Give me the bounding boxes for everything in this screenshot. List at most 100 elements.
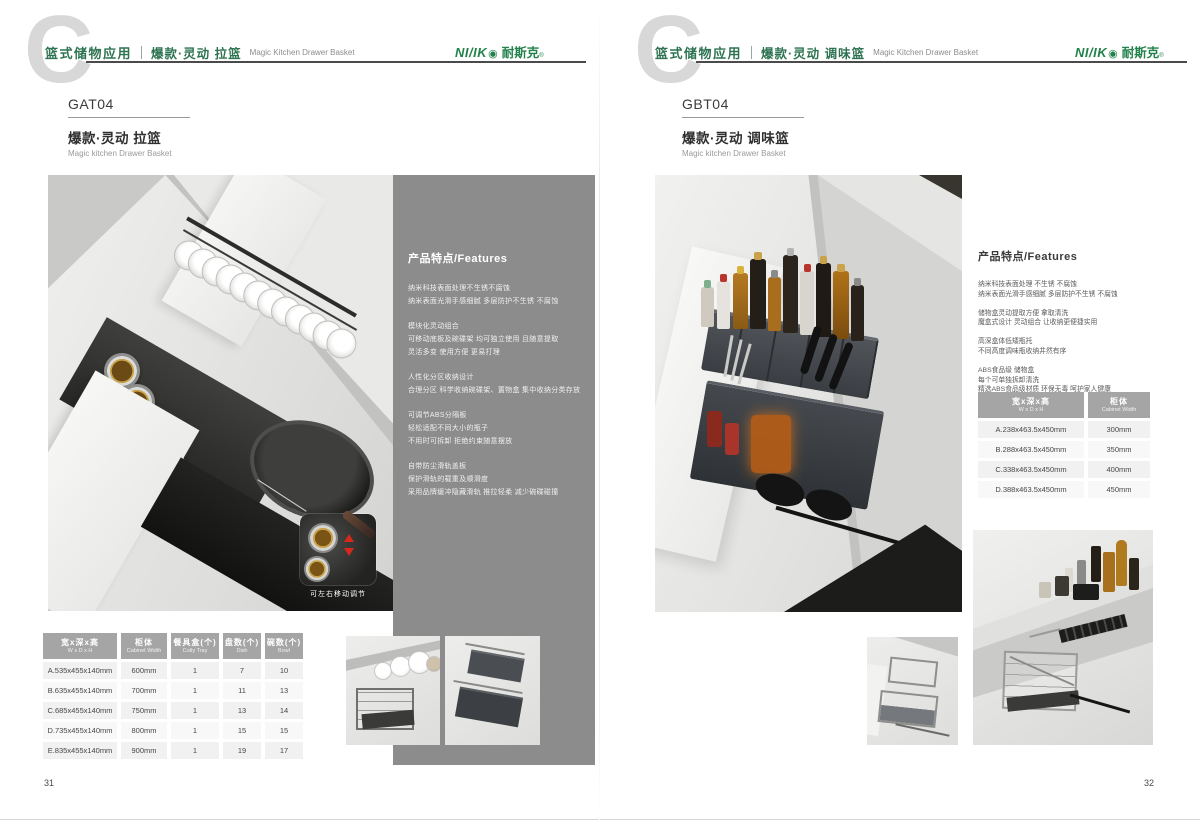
page-gutter-divider — [599, 0, 600, 820]
feature-line: 每个可单独拆卸清洗 — [978, 376, 1183, 386]
bottle-shape — [717, 281, 730, 329]
feature-line: 不用时可拆卸 拒绝约束随意摆放 — [408, 435, 588, 448]
table-cell: 450mm — [1088, 481, 1150, 498]
feature-line: ABS食品级 储物盒 — [978, 366, 1183, 376]
feature-line: 合理分区 科学收纳碗碟架、置物盒 集中收纳分类存放 — [408, 384, 588, 397]
product-code: GAT04 — [68, 96, 190, 112]
bottle-shape — [750, 259, 766, 329]
bottle-shape — [1055, 576, 1069, 596]
table-cell: 13 — [265, 682, 303, 699]
main-product-photo-right — [655, 175, 962, 612]
bottle-shape — [833, 271, 849, 339]
main-product-photo-left: 可左右移动调节 — [48, 175, 393, 611]
feature-group: 纳米科技表面处理 不生锈 不腐蚀纳米表面光滑手感细腻 多层防护不生锈 不腐蚀 — [978, 280, 1183, 300]
product-block-right: GBT04 爆款·灵动 调味篮 Magic kitchen Drawer Bas… — [682, 96, 804, 158]
thumbnail-photo — [867, 637, 958, 745]
feature-group: 自带防尘滑轨盖板保护滑轨的载重及顺滑度采用品牌缓冲隐藏滑轨 推拉轻柔 减少碗碟碰… — [408, 460, 588, 499]
bottle-shape — [733, 273, 748, 329]
feature-group: 可调节ABS分隔板轻松适配不同大小的瓶子不用时可拆卸 拒绝约束随意摆放 — [408, 409, 588, 448]
feature-line: 模块化灵动组合 — [408, 320, 588, 333]
feature-group: 储物盒灵动提取方便 拿取清洗魔盒式设计 灵动组合 让收纳更便捷实用 — [978, 309, 1183, 329]
secondary-photo-right — [973, 530, 1153, 745]
header-subtitle: 爆款·灵动 拉篮 — [151, 43, 242, 62]
bottle-shape — [851, 285, 864, 341]
product-name: 爆款·灵动 拉篮 — [68, 127, 190, 147]
table-cell: 13 — [223, 702, 261, 719]
photo-shape — [888, 657, 938, 688]
table-header-cell: 宽x深x高W x D x H — [978, 392, 1084, 418]
product-code-underline — [68, 117, 190, 118]
registered-mark: ® — [1159, 53, 1163, 59]
feature-line: 可调节ABS分隔板 — [408, 409, 588, 422]
table-cell: 1 — [171, 742, 219, 759]
feature-line: 纳米表面光滑手感细腻 多层防护不生锈 不腐蚀 — [978, 290, 1183, 300]
table-cell: D.388x463.5x450mm — [978, 481, 1084, 498]
bottle-shape — [725, 423, 739, 455]
photo-shape — [877, 690, 938, 728]
feature-line: 纳米科技表面处理不生锈不腐蚀 — [408, 282, 588, 295]
table-cell: C.338x463.5x450mm — [978, 461, 1084, 478]
photo-shape — [1073, 584, 1099, 600]
header-subtitle-en: Magic Kitchen Drawer Basket — [250, 48, 355, 57]
header-rule — [86, 61, 586, 63]
features-list: 纳米科技表面处理 不生锈 不腐蚀纳米表面光滑手感细腻 多层防护不生锈 不腐蚀储物… — [978, 280, 1183, 395]
bottle-shape — [768, 277, 781, 331]
feature-line: 轻松适配不同大小的瓶子 — [408, 422, 588, 435]
table-cell: B.288x463.5x450mm — [978, 441, 1084, 458]
arrow-up-icon — [344, 534, 354, 542]
inset-caption: 可左右移动调节 — [288, 589, 388, 599]
table-header-cell: 宽x深x高W x D x H — [43, 633, 117, 659]
features-panel-right: 产品特点/Features 纳米科技表面处理 不生锈 不腐蚀纳米表面光滑手感细腻… — [978, 248, 1183, 404]
table-cell: 700mm — [121, 682, 167, 699]
feature-line: 灵活多变 使用方便 更易打理 — [408, 346, 588, 359]
arrow-down-icon — [344, 548, 354, 556]
table-cell: B.635x455x140mm — [43, 682, 117, 699]
table-cell: E.835x455x140mm — [43, 742, 117, 759]
bottle-shape — [701, 287, 714, 327]
table-cell: 600mm — [121, 662, 167, 679]
table-cell: C.685x455x140mm — [43, 702, 117, 719]
logo-target-icon: ◉ — [488, 47, 498, 60]
photo-shape — [467, 649, 524, 682]
bottle-shape — [1103, 552, 1115, 592]
thumbnail-photo — [445, 636, 540, 745]
page-header-left: 篮式储物应用 爆款·灵动 拉篮 Magic Kitchen Drawer Bas… — [45, 43, 355, 62]
table-cell: A.238x463.5x450mm — [978, 421, 1084, 438]
feature-group: 模块化灵动组合可移动底板及碗碟架 均可独立使用 且随意提取灵活多变 使用方便 更… — [408, 320, 588, 359]
feature-line: 可移动底板及碗碟架 均可独立使用 且随意提取 — [408, 333, 588, 346]
table-cell: 15 — [265, 722, 303, 739]
catalog-spread: C 篮式储物应用 爆款·灵动 拉篮 Magic Kitchen Drawer B… — [0, 0, 1200, 820]
feature-group: 高深盒体低矮瓶托不同高度调味瓶收纳井然有序 — [978, 337, 1183, 357]
table-cell: 11 — [223, 682, 261, 699]
feature-group: ABS食品级 储物盒每个可单独拆卸清洗精选ABS食品级材质 环保无毒 呵护家人健… — [978, 366, 1183, 395]
feature-group: 人性化分区收纳设计合理分区 科学收纳碗碟架、置物盒 集中收纳分类存放 — [408, 371, 588, 397]
table-cell: 750mm — [121, 702, 167, 719]
table-cell: 800mm — [121, 722, 167, 739]
thumbnail-photo — [346, 636, 440, 745]
table-cell: 400mm — [1088, 461, 1150, 478]
feature-line: 纳米科技表面处理 不生锈 不腐蚀 — [978, 280, 1183, 290]
features-list: 纳米科技表面处理不生锈不腐蚀纳米表面光滑手感细腻 多层防护不生锈 不腐蚀模块化灵… — [408, 282, 588, 499]
header-category: 篮式储物应用 — [655, 43, 742, 62]
header-divider — [141, 46, 142, 59]
page-number: 32 — [1144, 778, 1154, 788]
features-title: 产品特点/Features — [408, 250, 595, 266]
bottle-shape — [1039, 582, 1051, 598]
page-header-right: 篮式储物应用 爆款·灵动 调味篮 Magic Kitchen Drawer Ba… — [655, 43, 978, 62]
brand-logo: NI/IK ◉ 耐斯克 ® — [455, 42, 544, 61]
table-cell: 300mm — [1088, 421, 1150, 438]
header-rule — [696, 61, 1187, 63]
jar-shape — [308, 523, 338, 553]
product-block-left: GAT04 爆款·灵动 拉篮 Magic kitchen Drawer Bask… — [68, 96, 190, 158]
logo-latin-text: NI/IK — [455, 45, 487, 60]
registered-mark: ® — [539, 53, 543, 59]
bottle-shape — [1091, 546, 1101, 582]
feature-line: 魔盒式设计 灵动组合 让收纳更便捷实用 — [978, 318, 1183, 328]
header-subtitle: 爆款·灵动 调味篮 — [761, 43, 865, 62]
brand-logo: NI/IK ◉ 耐斯克 ® — [1075, 42, 1164, 61]
table-cell: 17 — [265, 742, 303, 759]
feature-line: 人性化分区收纳设计 — [408, 371, 588, 384]
table-cell: 900mm — [121, 742, 167, 759]
feature-line: 储物盒灵动提取方便 拿取清洗 — [978, 309, 1183, 319]
product-code: GBT04 — [682, 96, 804, 112]
